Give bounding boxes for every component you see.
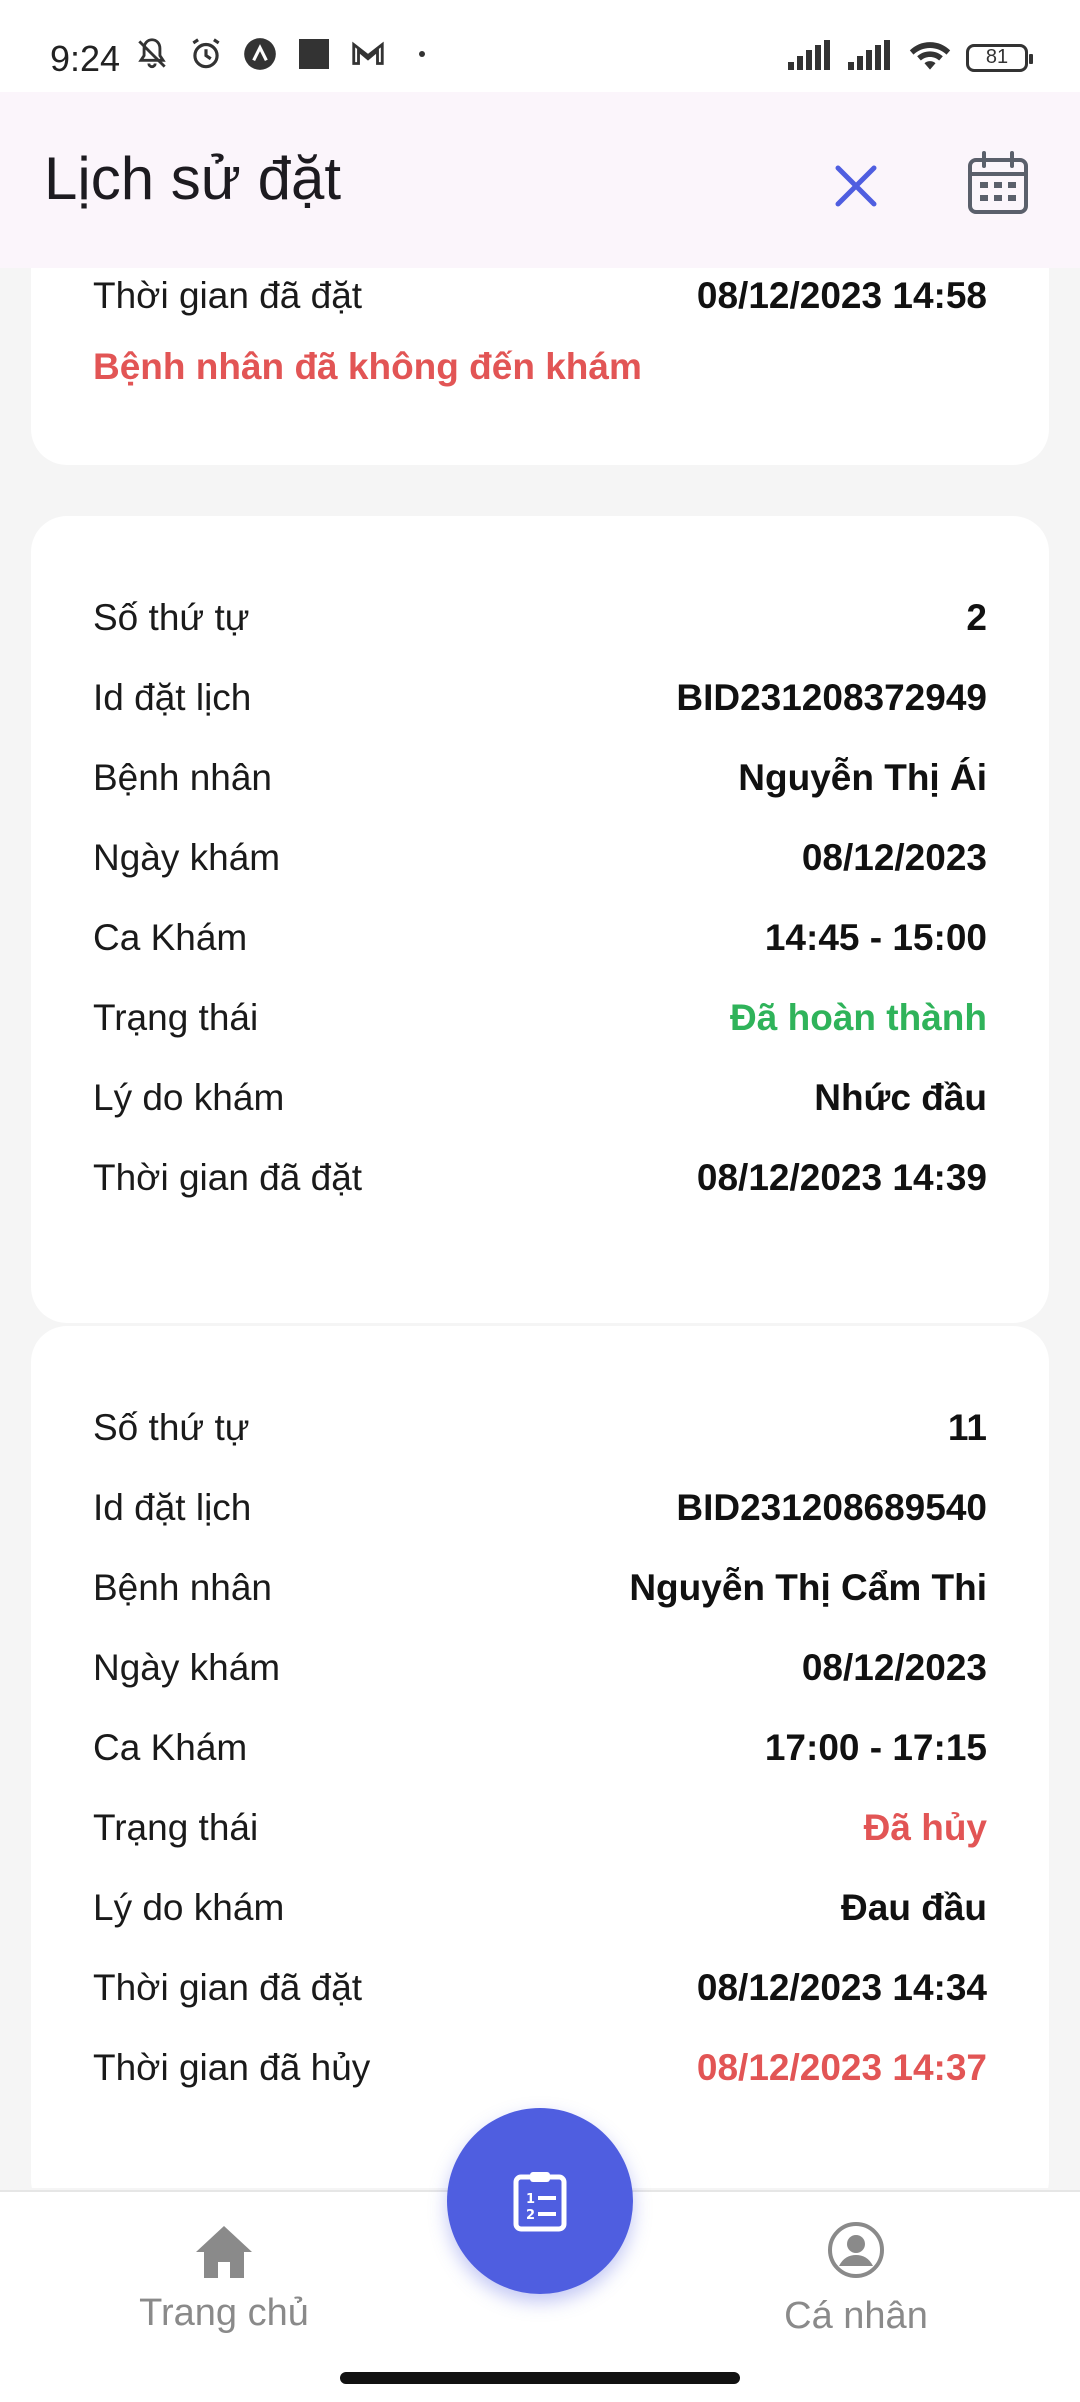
system-icons: 81 — [788, 38, 1033, 77]
row-patient: Bệnh nhân Nguyễn Thị Ái — [93, 748, 987, 808]
status-cancelled: Đã hủy — [863, 1807, 987, 1848]
signal-icon — [788, 40, 834, 75]
row-label: Thời gian đã đặt — [93, 275, 363, 316]
row-label: Lý do khám — [93, 1887, 285, 1928]
booking-card[interactable]: Số thứ tự 11 Id đặt lịch BID231208689540 B… — [31, 1326, 1049, 2188]
battery-icon: 81 — [966, 43, 1033, 72]
signal-icon-2 — [848, 40, 894, 75]
row-value: 08/12/2023 14:58 — [696, 275, 987, 316]
row-order-number: Số thứ tự 11 — [93, 1398, 987, 1458]
row-label: Số thứ tự — [93, 597, 250, 638]
close-icon — [835, 165, 877, 207]
nav-profile-label: Cá nhân — [784, 2295, 928, 2337]
close-button[interactable] — [820, 150, 892, 222]
row-patient: Bệnh nhân Nguyễn Thị Cẩm Thi — [93, 1558, 987, 1618]
row-label: Số thứ tự — [93, 1407, 250, 1448]
row-value: 08/12/2023 14:37 — [696, 2047, 987, 2088]
row-reason: Lý do khám Đau đầu — [93, 1878, 987, 1938]
row-cancelled-time: Thời gian đã hủy 08/12/2023 14:37 — [93, 2038, 987, 2098]
row-label: Ca Khám — [93, 917, 248, 958]
row-value: BID231208689540 — [676, 1487, 987, 1528]
row-exam-date: Ngày khám 08/12/2023 — [93, 1638, 987, 1698]
row-value: 11 — [947, 1407, 987, 1448]
row-label: Trạng thái — [93, 1807, 259, 1848]
row-label: Lý do khám — [93, 1077, 285, 1118]
row-booked-time: Thời gian đã đặt 08/12/2023 14:34 — [93, 1958, 987, 2018]
row-value: Nhức đầu — [814, 1077, 987, 1118]
gmail-icon — [348, 34, 388, 74]
row-value: Nguyễn Thị Ái — [738, 757, 987, 798]
mute-icon — [132, 34, 172, 74]
profile-icon — [826, 2220, 886, 2285]
row-label: Thời gian đã đặt — [93, 1157, 363, 1198]
wifi-icon — [908, 38, 952, 77]
no-show-warning: Bệnh nhân đã không đến khám — [93, 346, 642, 387]
svg-text:2: 2 — [526, 2208, 535, 2223]
notification-icons — [132, 34, 442, 74]
booking-fab-button[interactable]: 1 2 — [447, 2108, 633, 2294]
row-label: Bệnh nhân — [93, 1567, 273, 1608]
row-label: Id đặt lịch — [93, 677, 252, 718]
row-value: 08/12/2023 — [801, 837, 987, 878]
row-order-number: Số thứ tự 2 — [93, 588, 987, 648]
row-value: 08/12/2023 14:39 — [696, 1157, 987, 1198]
calendar-icon — [968, 151, 1028, 214]
app-icon — [240, 34, 280, 74]
row-value: 08/12/2023 14:34 — [696, 1967, 987, 2008]
nav-profile[interactable]: Cá nhân — [706, 2192, 1006, 2382]
svg-text:1: 1 — [526, 2192, 535, 2207]
row-label: Ngày khám — [93, 1647, 281, 1688]
row-value: Nguyễn Thị Cẩm Thi — [629, 1567, 987, 1608]
status-completed: Đã hoàn thành — [730, 997, 987, 1038]
row-label: Id đặt lịch — [93, 1487, 252, 1528]
dot-icon — [402, 34, 442, 74]
row-label: Ngày khám — [93, 837, 281, 878]
booking-card[interactable]: Số thứ tự 2 Id đặt lịch BID231208372949 Bệ… — [31, 516, 1049, 1323]
row-reason: Lý do khám Nhức đầu — [93, 1068, 987, 1128]
booking-history-list[interactable]: Thời gian đã đặt 08/12/2023 14:58 Bệnh n… — [0, 268, 1080, 2188]
nav-home-label: Trang chủ — [139, 2292, 309, 2334]
status-bar: 9:24 81 — [0, 0, 1080, 92]
app-bar: Lịch sử đặt — [0, 92, 1080, 268]
calendar-button[interactable] — [962, 148, 1034, 220]
row-value: BID231208372949 — [676, 677, 987, 718]
clipboard-list-icon: 1 2 — [513, 2172, 567, 2232]
row-booking-id: Id đặt lịch BID231208372949 — [93, 668, 987, 728]
nav-home[interactable]: Trang chủ — [74, 2192, 374, 2382]
row-label: Bệnh nhân — [93, 757, 273, 798]
row-status: Trạng thái Đã hoàn thành — [93, 988, 987, 1048]
booking-row: Thời gian đã đặt 08/12/2023 14:58 — [93, 268, 987, 326]
row-booked-time: Thời gian đã đặt 08/12/2023 14:39 — [93, 1148, 987, 1208]
row-status: Trạng thái Đã hủy — [93, 1798, 987, 1858]
row-label: Thời gian đã hủy — [93, 2047, 371, 2088]
row-label: Trạng thái — [93, 997, 259, 1038]
row-value: Đau đầu — [841, 1887, 987, 1928]
row-shift: Ca Khám 17:00 - 17:15 — [93, 1718, 987, 1778]
home-icon — [192, 2222, 256, 2285]
row-value: 08/12/2023 — [801, 1647, 987, 1688]
alarm-icon — [186, 34, 226, 74]
square-icon — [294, 34, 334, 74]
row-shift: Ca Khám 14:45 - 15:00 — [93, 908, 987, 968]
row-booking-id: Id đặt lịch BID231208689540 — [93, 1478, 987, 1538]
page-title: Lịch sử đặt — [44, 145, 341, 212]
row-value: 2 — [966, 597, 987, 638]
home-indicator[interactable] — [340, 2372, 740, 2384]
row-exam-date: Ngày khám 08/12/2023 — [93, 828, 987, 888]
row-value: 17:00 - 17:15 — [764, 1727, 987, 1768]
row-value: 14:45 - 15:00 — [764, 917, 987, 958]
booking-card-partial[interactable]: Thời gian đã đặt 08/12/2023 14:58 Bệnh n… — [31, 268, 1049, 465]
status-time: 9:24 — [50, 38, 121, 79]
row-label: Thời gian đã đặt — [93, 1967, 363, 2008]
row-label: Ca Khám — [93, 1727, 248, 1768]
